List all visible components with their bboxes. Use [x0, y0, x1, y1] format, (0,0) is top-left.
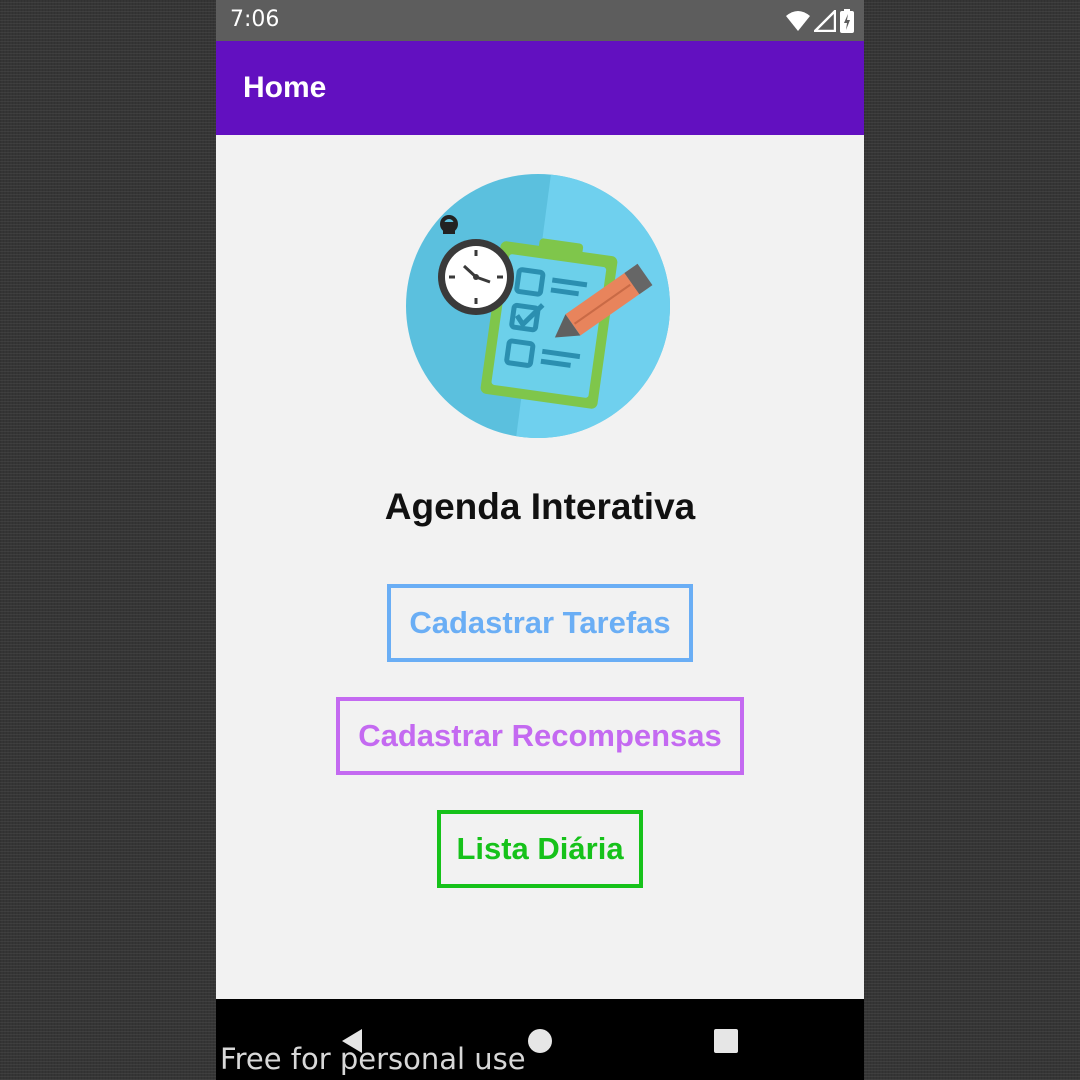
status-bar: 7:06 — [216, 0, 864, 41]
signal-icon — [814, 10, 836, 32]
register-rewards-button[interactable]: Cadastrar Recompensas — [336, 697, 744, 775]
app-title: Agenda Interativa — [384, 486, 696, 527]
status-time: 7:06 — [230, 7, 280, 32]
battery-icon — [840, 9, 854, 33]
recents-icon[interactable] — [706, 1021, 746, 1061]
register-tasks-button[interactable]: Cadastrar Tarefas — [387, 584, 693, 662]
app-bar: Home — [216, 41, 864, 135]
status-icons — [786, 8, 854, 34]
app-bar-title: Home — [243, 71, 327, 104]
phone-screen: 7:06 Home Agenda Interativa Cadastrar Ta… — [216, 0, 864, 1080]
home-icon[interactable] — [520, 1021, 560, 1061]
wifi-icon — [786, 11, 810, 31]
watermark: Free for personal use — [220, 1042, 526, 1076]
clipboard-checklist-stopwatch-pencil-icon — [406, 174, 670, 438]
daily-list-button[interactable]: Lista Diária — [437, 810, 643, 888]
